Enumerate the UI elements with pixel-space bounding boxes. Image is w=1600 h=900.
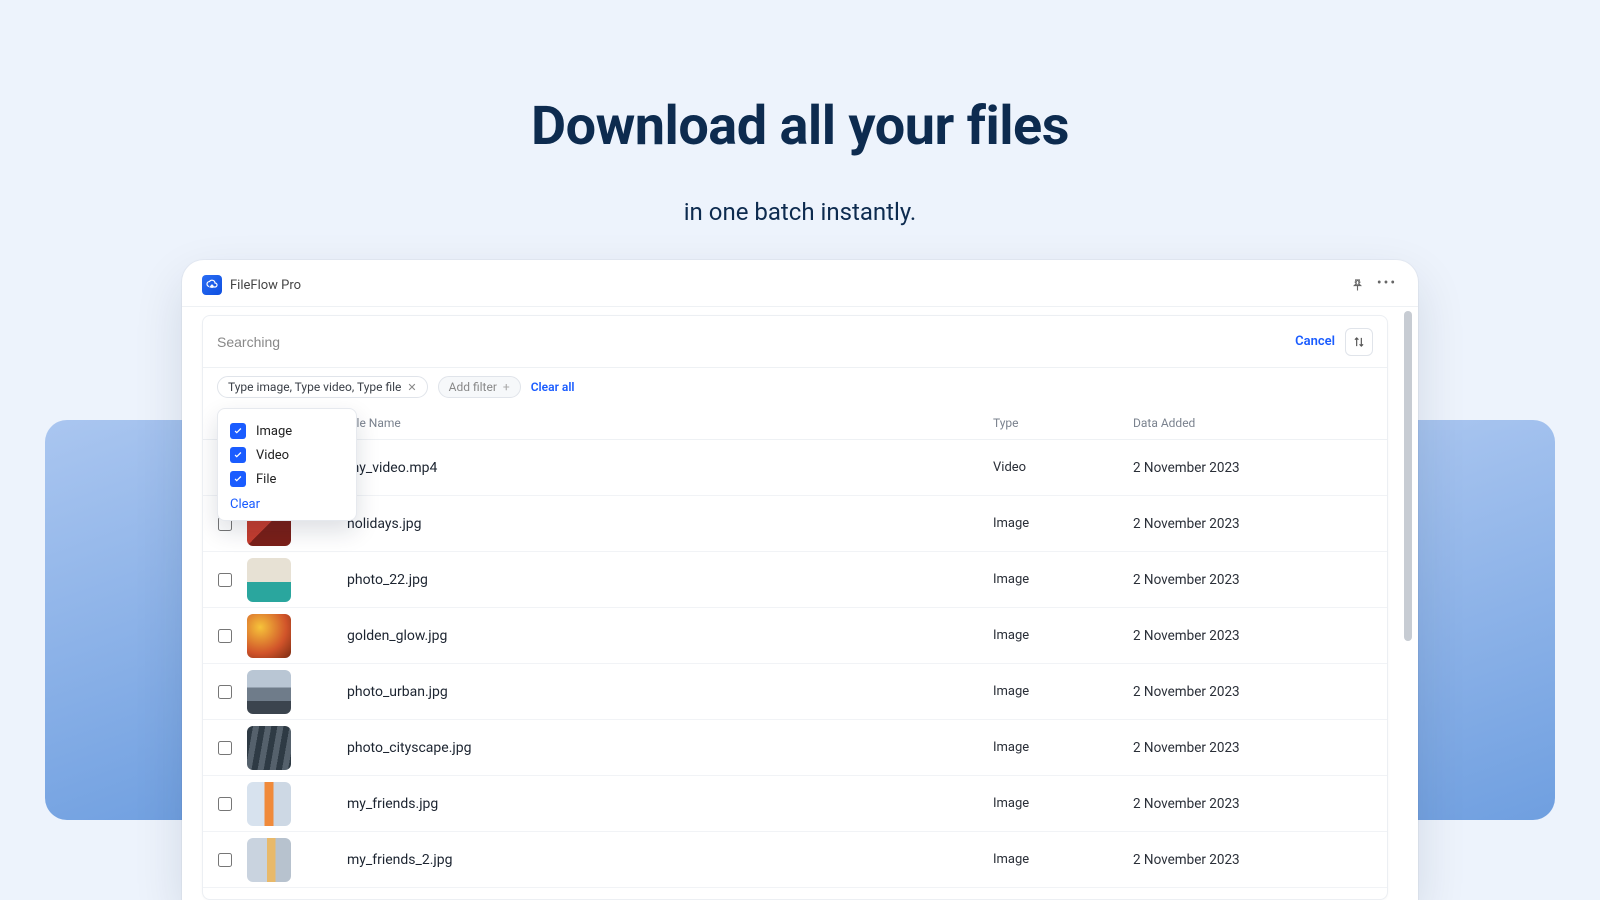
file-date: 2 November 2023 <box>1133 572 1373 588</box>
dropdown-option-file[interactable]: File <box>230 467 344 491</box>
search-input[interactable] <box>217 334 1295 350</box>
file-type: Image <box>993 740 1133 755</box>
content-panel: Cancel Type image, Type video, Type file… <box>202 315 1388 900</box>
filter-row: Type image, Type video, Type file ✕ Add … <box>203 368 1387 406</box>
hero-title: Download all your files <box>0 95 1600 158</box>
app-logo-icon <box>202 275 222 295</box>
remove-filter-icon[interactable]: ✕ <box>407 381 416 394</box>
file-date: 2 November 2023 <box>1133 852 1373 868</box>
clear-all-button[interactable]: Clear all <box>531 380 575 394</box>
add-filter-label: Add filter <box>449 380 497 394</box>
row-checkbox[interactable] <box>218 853 232 867</box>
checkbox-checked-icon <box>230 447 246 463</box>
file-date: 2 November 2023 <box>1133 460 1373 476</box>
file-thumbnail <box>247 670 291 714</box>
add-filter-button[interactable]: Add filter + <box>438 376 521 398</box>
file-date: 2 November 2023 <box>1133 740 1373 756</box>
row-checkbox[interactable] <box>218 629 232 643</box>
file-thumbnail <box>247 558 291 602</box>
scrollbar-thumb[interactable] <box>1404 311 1412 641</box>
file-type: Video <box>993 460 1133 475</box>
dropdown-option-image[interactable]: Image <box>230 419 344 443</box>
file-type: Image <box>993 516 1133 531</box>
type-filter-dropdown: Image Video File Clear <box>217 408 357 521</box>
app-window: FileFlow Pro ••• Cancel <box>182 260 1418 900</box>
file-date: 2 November 2023 <box>1133 516 1373 532</box>
titlebar: FileFlow Pro ••• <box>182 260 1418 307</box>
dropdown-option-label: Video <box>256 448 289 463</box>
scrollbar[interactable] <box>1404 307 1412 900</box>
file-type: Image <box>993 852 1133 867</box>
dropdown-option-label: Image <box>256 424 292 439</box>
file-name: holidays.jpg <box>337 516 993 532</box>
row-checkbox[interactable] <box>218 741 232 755</box>
table-row[interactable]: photo_urban.jpgImage2 November 2023 <box>203 664 1387 720</box>
column-header-date[interactable]: Data Added <box>1133 416 1373 430</box>
more-icon[interactable]: ••• <box>1376 274 1398 296</box>
file-date: 2 November 2023 <box>1133 628 1373 644</box>
app-name: FileFlow Pro <box>230 278 301 293</box>
file-type: Image <box>993 628 1133 643</box>
file-thumbnail <box>247 782 291 826</box>
table-row[interactable]: my_video.mp4Video2 November 2023 <box>203 440 1387 496</box>
cancel-button[interactable]: Cancel <box>1295 334 1335 349</box>
filter-chip-label: Type image, Type video, Type file <box>228 380 401 394</box>
checkbox-checked-icon <box>230 471 246 487</box>
row-checkbox[interactable] <box>218 685 232 699</box>
dropdown-option-label: File <box>256 472 276 487</box>
row-checkbox[interactable] <box>218 797 232 811</box>
table-row[interactable]: golden_glow.jpgImage2 November 2023 <box>203 608 1387 664</box>
table-header: File Name Type Data Added <box>203 406 1387 440</box>
plus-icon: + <box>503 380 510 394</box>
search-row: Cancel <box>203 316 1387 368</box>
file-name: my_friends.jpg <box>337 796 993 812</box>
hero-subtitle: in one batch instantly. <box>0 198 1600 226</box>
file-thumbnail <box>247 838 291 882</box>
dropdown-option-video[interactable]: Video <box>230 443 344 467</box>
column-header-type[interactable]: Type <box>993 416 1133 430</box>
sort-button[interactable] <box>1345 328 1373 356</box>
file-name: photo_cityscape.jpg <box>337 740 993 756</box>
file-thumbnail <box>247 614 291 658</box>
file-name: golden_glow.jpg <box>337 628 993 644</box>
file-name: my_friends_2.jpg <box>337 852 993 868</box>
file-name: photo_urban.jpg <box>337 684 993 700</box>
dropdown-clear-button[interactable]: Clear <box>230 497 344 512</box>
table-row[interactable]: my_friends_2.jpgImage2 November 2023 <box>203 832 1387 888</box>
file-name: photo_22.jpg <box>337 572 993 588</box>
table-row[interactable]: holidays.jpgImage2 November 2023 <box>203 496 1387 552</box>
filter-chip-type[interactable]: Type image, Type video, Type file ✕ <box>217 376 428 398</box>
checkbox-checked-icon <box>230 423 246 439</box>
table-row[interactable]: photo_22.jpgImage2 November 2023 <box>203 552 1387 608</box>
table-row[interactable]: my_friends.jpgImage2 November 2023 <box>203 776 1387 832</box>
file-date: 2 November 2023 <box>1133 796 1373 812</box>
file-type: Image <box>993 572 1133 587</box>
file-type: Image <box>993 684 1133 699</box>
file-name: my_video.mp4 <box>337 460 993 476</box>
file-thumbnail <box>247 726 291 770</box>
pin-icon[interactable] <box>1346 274 1368 296</box>
row-checkbox[interactable] <box>218 573 232 587</box>
file-date: 2 November 2023 <box>1133 684 1373 700</box>
table-row[interactable]: photo_cityscape.jpgImage2 November 2023 <box>203 720 1387 776</box>
file-type: Image <box>993 796 1133 811</box>
column-header-name[interactable]: File Name <box>337 416 993 430</box>
